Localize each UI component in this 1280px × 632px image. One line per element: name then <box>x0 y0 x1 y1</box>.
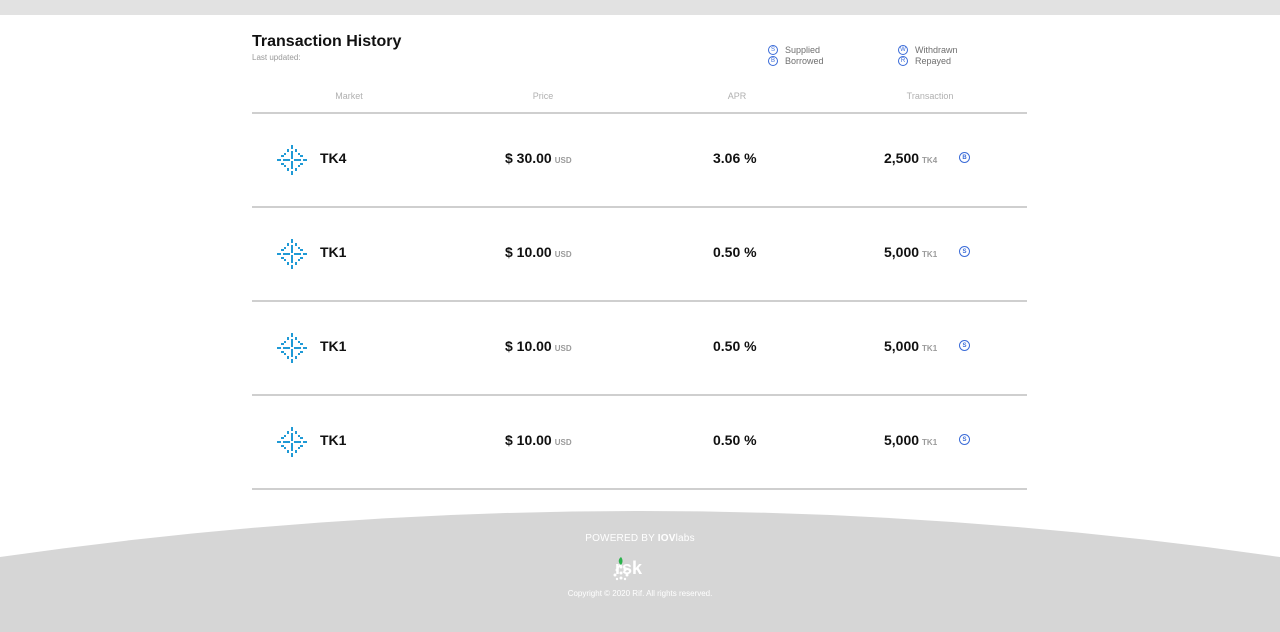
legend-item-repayed: R Repayed <box>898 55 958 66</box>
price-value: $ 30.00 <box>505 150 552 166</box>
legend-label: Borrowed <box>785 55 824 66</box>
powered-by-label: POWERED BY IOVlabs <box>0 533 1280 544</box>
page-title: Transaction History <box>252 33 402 50</box>
legend-label: Withdrawn <box>915 44 958 55</box>
copyright-text: Copyright © 2020 Rif. All rights reserve… <box>567 589 713 598</box>
transaction-table-body: TK4 $ 30.00 USD 3.06 % 2,500 TK4 B TK1 $… <box>252 114 1027 490</box>
top-bar <box>0 0 1280 15</box>
supplied-icon: S <box>959 246 970 257</box>
transaction-cell: 5,000 TK1 <box>884 338 937 354</box>
powered-prefix: POWERED BY <box>585 533 658 544</box>
repayed-icon: R <box>898 55 908 66</box>
table-row[interactable]: TK1 $ 10.00 USD 0.50 % 5,000 TK1 S <box>252 396 1027 490</box>
footer: POWERED BY IOVlabs rsk Copyright © 2020 … <box>0 510 1280 632</box>
amount-value: 5,000 <box>884 432 920 448</box>
amount-value: 2,500 <box>884 150 920 166</box>
legend-item-supplied: S Supplied <box>768 44 824 55</box>
rsk-node-icon <box>613 557 629 581</box>
transaction-cell: 5,000 TK1 <box>884 244 937 260</box>
apr-value: 0.50 % <box>713 432 757 448</box>
price-unit: USD <box>554 250 572 259</box>
table-row[interactable]: TK1 $ 10.00 USD 0.50 % 5,000 TK1 S <box>252 208 1027 302</box>
token-icon <box>277 239 307 269</box>
amount-unit: TK1 <box>922 344 938 353</box>
transaction-cell: 2,500 TK4 <box>884 150 937 166</box>
token-icon <box>277 427 307 457</box>
rsk-logo[interactable]: rsk <box>612 555 642 581</box>
market-name: TK1 <box>320 338 347 354</box>
withdrawn-icon: W <box>898 44 908 55</box>
price-unit: USD <box>554 156 572 165</box>
table-row[interactable]: TK1 $ 10.00 USD 0.50 % 5,000 TK1 S <box>252 302 1027 396</box>
price-cell: $ 10.00 USD <box>505 244 572 260</box>
market-name: TK1 <box>320 432 347 448</box>
supplied-icon: S <box>959 434 970 445</box>
borrowed-icon: B <box>959 152 970 163</box>
supplied-icon: S <box>959 340 970 351</box>
legend-left: S Supplied B Borrowed <box>768 44 824 66</box>
transaction-cell: 5,000 TK1 <box>884 432 937 448</box>
apr-value: 0.50 % <box>713 244 757 260</box>
amount-value: 5,000 <box>884 338 920 354</box>
column-header-market: Market <box>335 91 363 101</box>
legend-label: Repayed <box>915 55 952 66</box>
iov-suffix: labs <box>675 533 695 544</box>
iov-brand: IOV <box>657 533 676 544</box>
legend-right: W Withdrawn R Repayed <box>898 44 958 66</box>
legend-label: Supplied <box>785 44 821 55</box>
price-value: $ 10.00 <box>505 338 552 354</box>
price-cell: $ 10.00 USD <box>505 338 572 354</box>
table-row[interactable]: TK4 $ 30.00 USD 3.06 % 2,500 TK4 B <box>252 114 1027 208</box>
price-unit: USD <box>554 438 572 447</box>
last-updated-label: Last updated: <box>252 53 301 62</box>
price-value: $ 10.00 <box>505 244 552 260</box>
column-header-apr: APR <box>727 91 747 101</box>
market-name: TK4 <box>320 150 347 166</box>
apr-value: 0.50 % <box>713 338 757 354</box>
table-header: Market Price APR Transaction <box>252 91 1027 114</box>
price-cell: $ 10.00 USD <box>505 432 572 448</box>
amount-value: 5,000 <box>884 244 920 260</box>
token-icon <box>277 145 307 175</box>
amount-unit: TK4 <box>922 156 938 165</box>
price-cell: $ 30.00 USD <box>505 150 572 166</box>
borrowed-icon: B <box>768 55 778 66</box>
legend-item-withdrawn: W Withdrawn <box>898 44 958 55</box>
column-header-transaction: Transaction <box>906 91 954 101</box>
amount-unit: TK1 <box>922 438 938 447</box>
supplied-icon: S <box>768 44 778 55</box>
price-value: $ 10.00 <box>505 432 552 448</box>
token-icon <box>277 333 307 363</box>
amount-unit: TK1 <box>922 250 938 259</box>
market-name: TK1 <box>320 244 347 260</box>
price-unit: USD <box>554 344 572 353</box>
legend-item-borrowed: B Borrowed <box>768 55 824 66</box>
apr-value: 3.06 % <box>713 150 757 166</box>
column-header-price: Price <box>532 91 554 101</box>
